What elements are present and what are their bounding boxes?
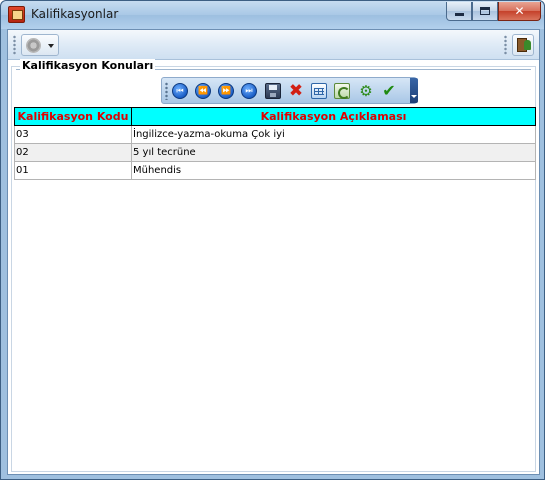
- toolbar-grip[interactable]: [13, 35, 16, 55]
- main-toolbar: [8, 30, 539, 60]
- qualification-topics-group: Kalifikasyon Konuları ⏮ ⏪ ⏩ ⏭ ✖ ⚙ ✔ Kali…: [11, 59, 536, 472]
- save-button[interactable]: [265, 83, 281, 99]
- column-header-code[interactable]: Kalifikasyon Kodu: [14, 107, 132, 126]
- forward-icon: ⏩: [221, 86, 231, 95]
- qualification-table: Kalifikasyon Kodu Kalifikasyon Açıklamas…: [14, 107, 536, 180]
- cell-code[interactable]: 01: [14, 161, 132, 180]
- rewind-icon: ⏪: [198, 86, 208, 95]
- confirm-button[interactable]: ✔: [381, 83, 397, 99]
- maximize-button[interactable]: [472, 2, 498, 21]
- first-icon: ⏮: [176, 86, 184, 95]
- table-header-row: Kalifikasyon Kodu Kalifikasyon Açıklamas…: [14, 107, 536, 126]
- close-button[interactable]: ✕: [498, 2, 541, 21]
- minimize-button[interactable]: [446, 2, 472, 21]
- exit-button[interactable]: [512, 34, 534, 56]
- close-icon: ✕: [514, 4, 525, 18]
- client-area: Kalifikasyon Konuları ⏮ ⏪ ⏩ ⏭ ✖ ⚙ ✔ Kali…: [7, 29, 540, 475]
- cell-description[interactable]: 5 yıl tecrüne: [131, 143, 536, 162]
- delete-button[interactable]: ✖: [288, 83, 304, 100]
- gear-icon: [26, 38, 41, 53]
- link-button[interactable]: ⚙: [358, 83, 374, 99]
- record-navigator: ⏮ ⏪ ⏩ ⏭ ✖ ⚙ ✔: [161, 77, 418, 104]
- app-icon: [8, 6, 25, 23]
- last-icon: ⏭: [245, 86, 253, 95]
- application-window: Kalifikasyonlar ✕ Kalifikasyon Konuları …: [0, 0, 545, 480]
- navigator-options-dropdown[interactable]: [410, 78, 418, 103]
- refresh-button[interactable]: [334, 83, 350, 99]
- title-bar[interactable]: Kalifikasyonlar ✕: [1, 1, 544, 29]
- maximize-icon: [480, 7, 490, 15]
- toolbar-grip-right[interactable]: [504, 35, 507, 55]
- group-title: Kalifikasyon Konuları: [20, 59, 156, 72]
- last-record-button[interactable]: ⏭: [241, 83, 257, 99]
- navigator-grip[interactable]: [165, 82, 168, 100]
- table-row[interactable]: 02 5 yıl tecrüne: [14, 143, 536, 162]
- column-header-description[interactable]: Kalifikasyon Açıklaması: [131, 107, 536, 126]
- prior-record-button[interactable]: ⏪: [195, 83, 211, 99]
- cell-code[interactable]: 03: [14, 125, 132, 144]
- cell-code[interactable]: 02: [14, 143, 132, 162]
- table-row[interactable]: 03 İngilizce-yazma-okuma Çok iyi: [14, 125, 536, 144]
- first-record-button[interactable]: ⏮: [172, 83, 188, 99]
- next-record-button[interactable]: ⏩: [218, 83, 234, 99]
- minimize-icon: [454, 12, 464, 16]
- cell-description[interactable]: İngilizce-yazma-okuma Çok iyi: [131, 125, 536, 144]
- window-title: Kalifikasyonlar: [31, 7, 119, 21]
- exit-person-icon: [524, 40, 531, 50]
- cell-description[interactable]: Mühendis: [131, 161, 536, 180]
- chevron-down-icon: [48, 44, 54, 48]
- grid-view-button[interactable]: [311, 83, 327, 99]
- table-row[interactable]: 01 Mühendis: [14, 161, 536, 180]
- settings-dropdown-button[interactable]: [21, 34, 59, 56]
